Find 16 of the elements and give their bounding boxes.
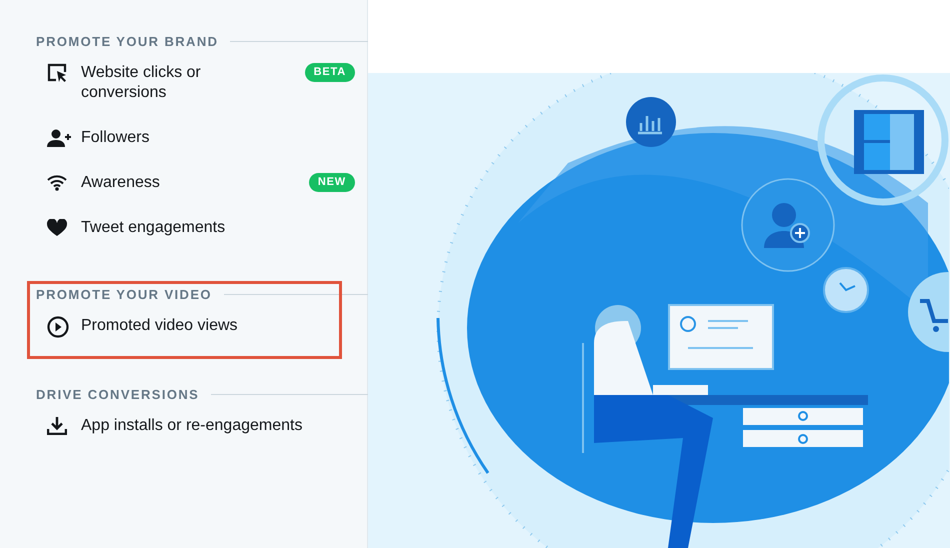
play-icon: [47, 316, 69, 338]
cursor-icon: [47, 63, 69, 83]
section-heading: PROMOTE YOUR VIDEO: [36, 287, 212, 302]
objective-option[interactable]: Website clicks or conversions: [81, 63, 241, 103]
heart-icon: [47, 219, 67, 236]
objective-option[interactable]: Promoted video views: [81, 316, 238, 336]
objective-option[interactable]: Tweet engagements: [81, 218, 226, 238]
objective-option[interactable]: Awareness: [81, 173, 241, 193]
section-heading: PROMOTE YOUR BRAND: [36, 34, 218, 49]
objective-option[interactable]: Followers: [81, 128, 150, 148]
download-icon: [47, 416, 67, 435]
objective-option[interactable]: App installs or re-engagements: [81, 416, 302, 436]
status-badge: BETA: [304, 63, 355, 82]
section-heading: DRIVE CONVERSIONS: [36, 387, 200, 402]
wifi-icon: [47, 174, 67, 191]
status-badge: NEW: [308, 173, 355, 192]
